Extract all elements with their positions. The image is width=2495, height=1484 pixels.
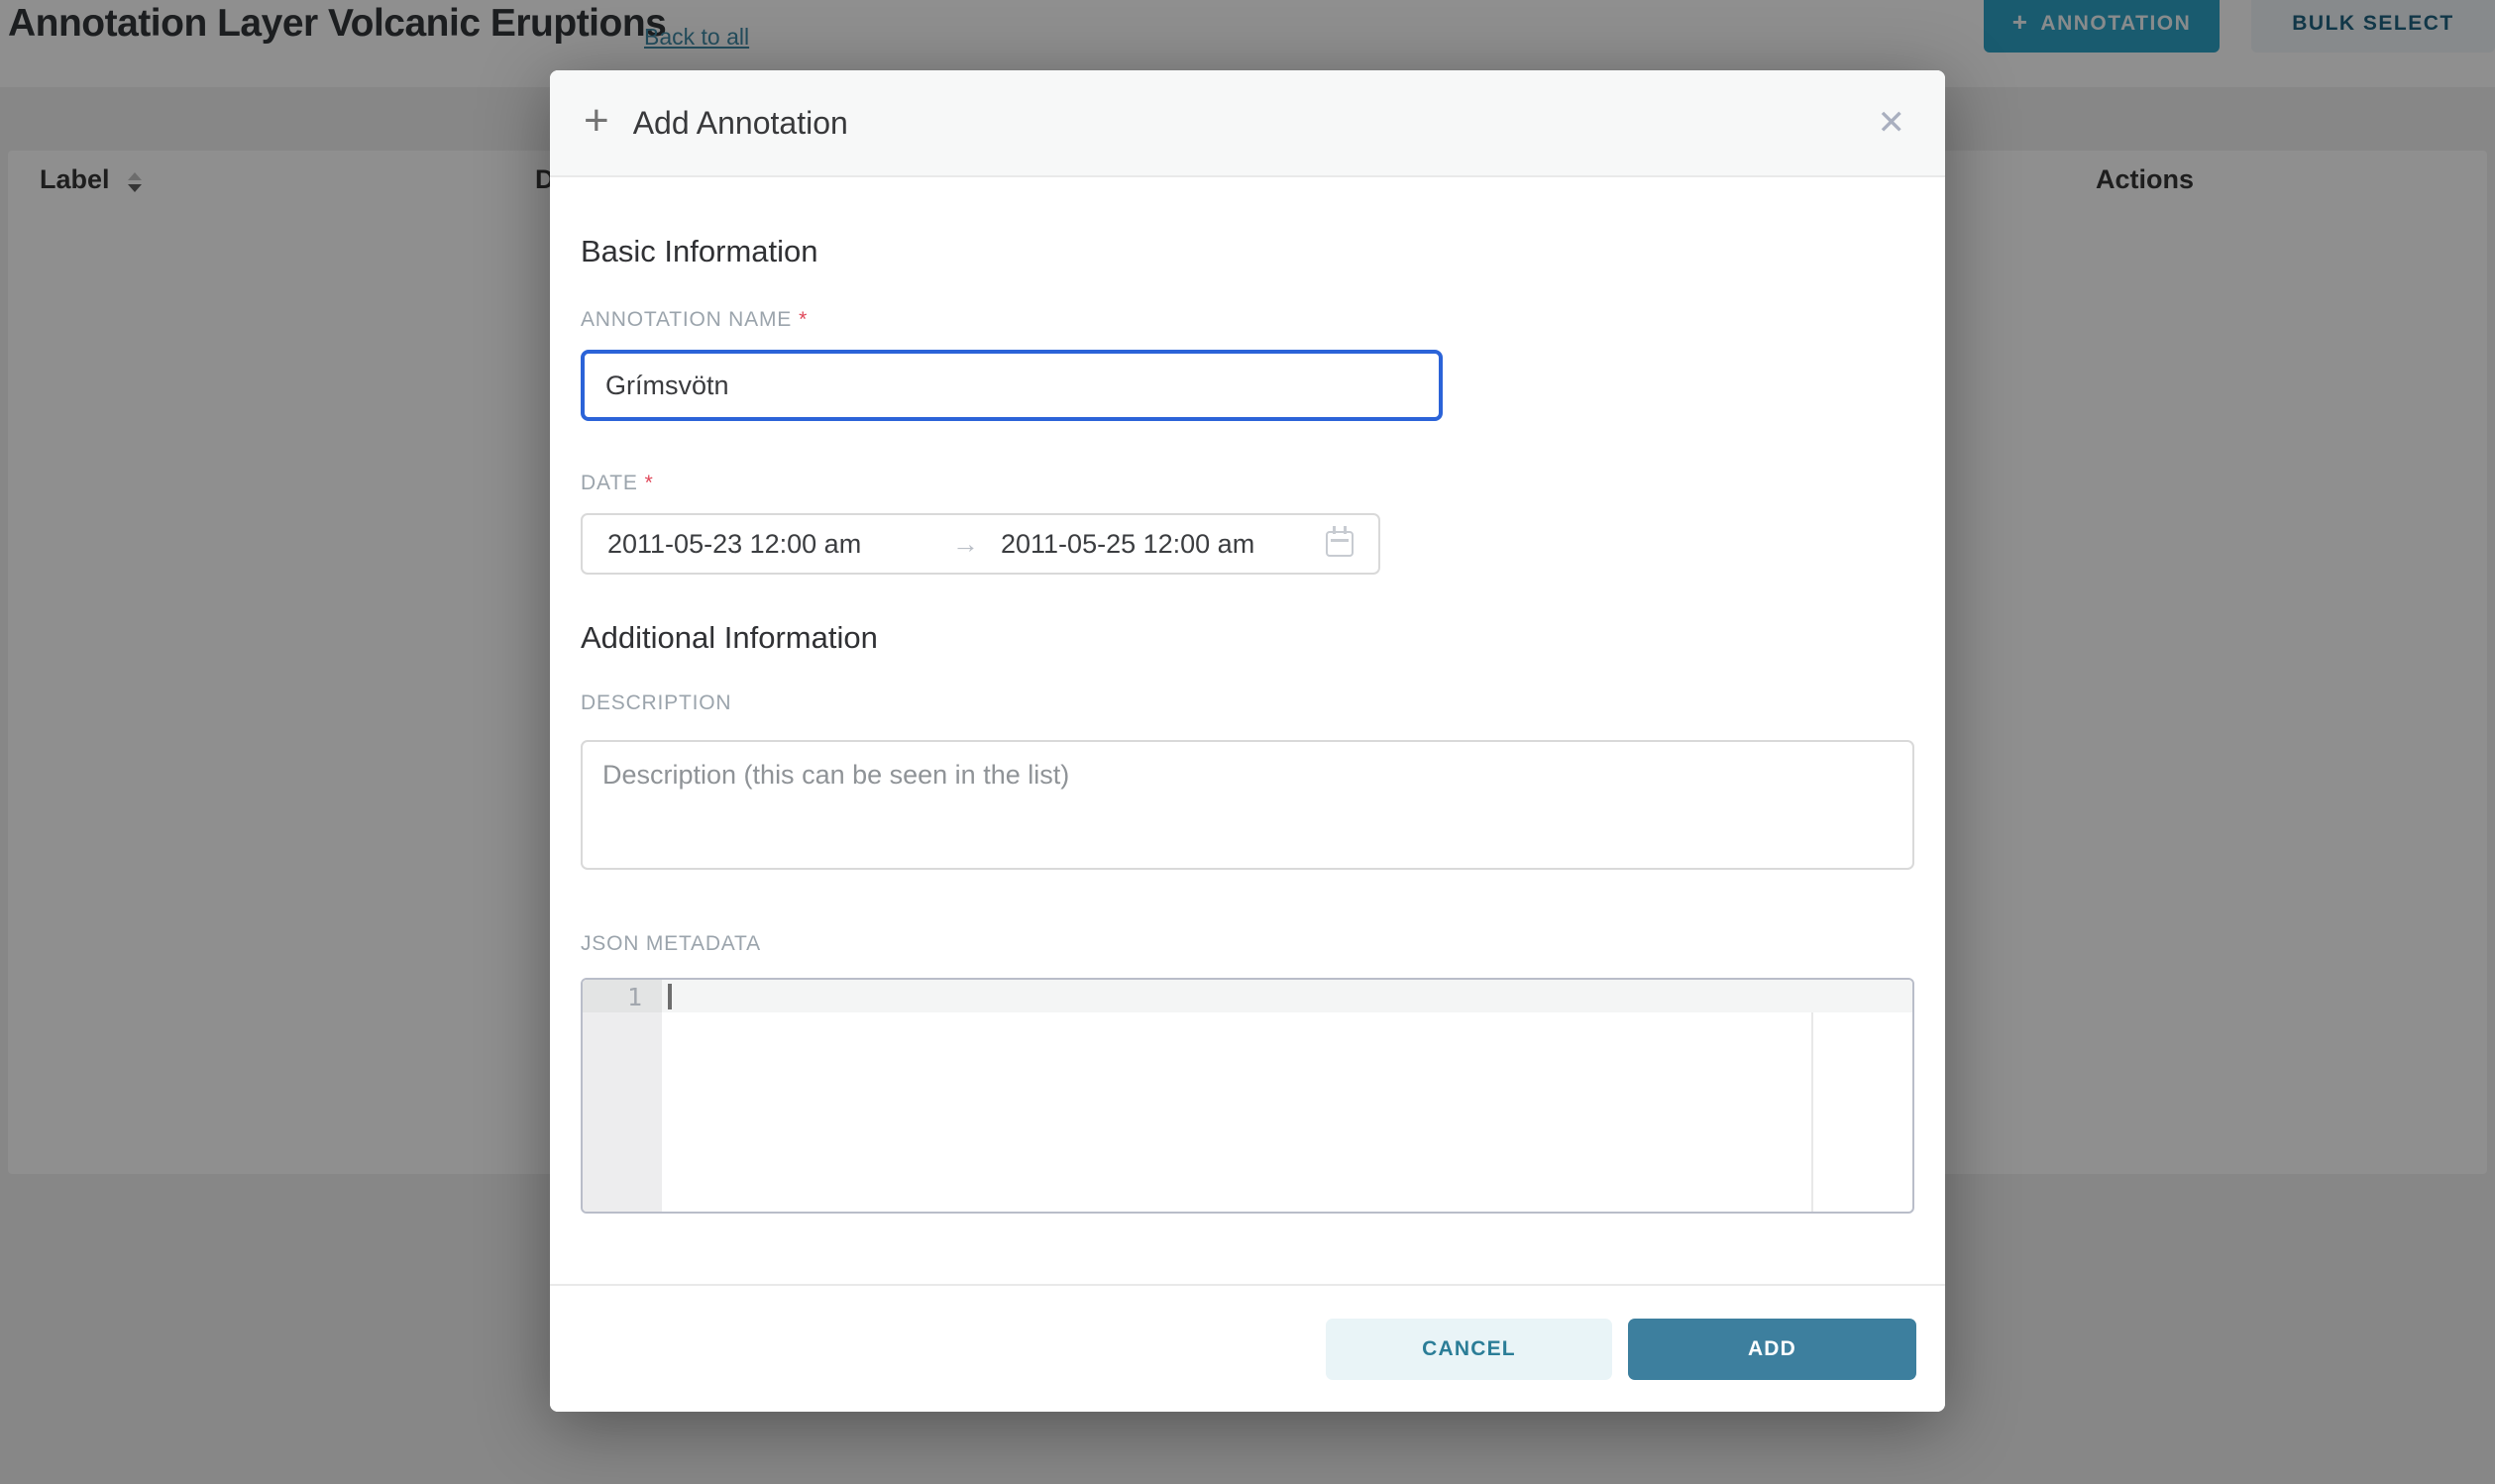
- json-metadata-editor[interactable]: 1: [581, 978, 1914, 1214]
- editor-gutter-active-cell: 1: [583, 980, 662, 1012]
- required-marker: *: [799, 308, 808, 331]
- text-cursor: [668, 984, 672, 1009]
- calendar-icon: [1326, 531, 1354, 557]
- required-marker: *: [645, 472, 654, 494]
- modal-title: Add Annotation: [633, 105, 848, 142]
- description-label: DESCRIPTION: [581, 690, 1914, 716]
- cancel-button[interactable]: CANCEL: [1326, 1319, 1612, 1380]
- editor-active-line: [583, 980, 1912, 1012]
- editor-gutter: [583, 980, 662, 1212]
- modal-footer: CANCEL ADD: [550, 1284, 1945, 1412]
- modal-header: + Add Annotation ✕: [550, 70, 1945, 177]
- section-basic-information: Basic Information: [581, 232, 1914, 271]
- line-number: 1: [627, 983, 642, 1011]
- arrow-right-icon: →: [952, 529, 979, 560]
- annotation-name-input[interactable]: [581, 350, 1443, 421]
- section-additional-information: Additional Information: [581, 618, 1914, 658]
- add-annotation-modal: + Add Annotation ✕ Basic Information ANN…: [550, 70, 1945, 1412]
- json-metadata-label: JSON METADATA: [581, 931, 1914, 957]
- plus-icon: +: [584, 96, 609, 146]
- annotation-name-label: ANNOTATION NAME*: [581, 307, 1914, 333]
- date-end-value[interactable]: 2011-05-25 12:00 am: [1001, 529, 1254, 560]
- close-icon[interactable]: ✕: [1878, 103, 1906, 143]
- editor-print-margin: [1811, 1012, 1813, 1212]
- date-range-picker[interactable]: 2011-05-23 12:00 am → 2011-05-25 12:00 a…: [581, 513, 1380, 575]
- date-start-value[interactable]: 2011-05-23 12:00 am: [607, 529, 952, 560]
- add-button[interactable]: ADD: [1628, 1319, 1916, 1380]
- modal-body: Basic Information ANNOTATION NAME* DATE*…: [550, 177, 1945, 1284]
- description-textarea[interactable]: [581, 740, 1914, 870]
- date-label: DATE*: [581, 471, 1914, 496]
